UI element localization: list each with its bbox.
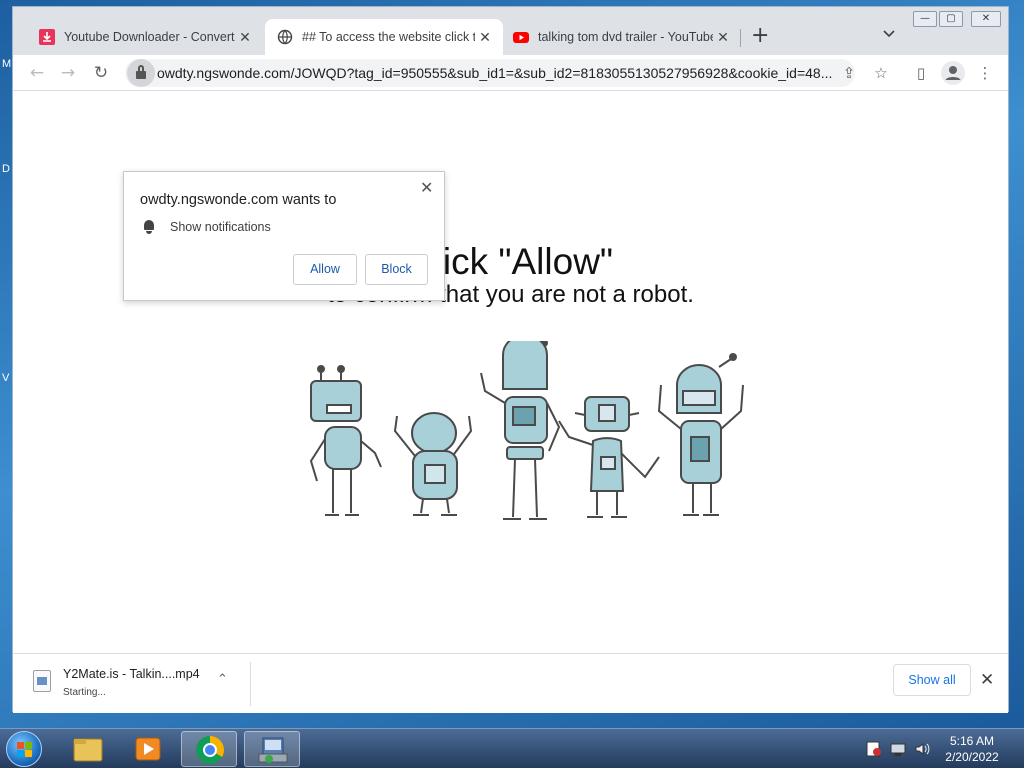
show-all-button[interactable]: Show all [893,664,971,696]
installer-icon [258,737,288,763]
chevron-down-icon [883,30,895,38]
desktop-icon-label: V [2,372,10,384]
bell-icon [144,220,154,234]
browser-toolbar: ← → ↻ owdty.ngswonde.com/JOWQD?tag_id=95… [13,55,1008,91]
clock-time: 5:16 AM [949,734,995,748]
divider [250,662,251,706]
back-button[interactable]: ← [25,61,49,85]
minimize-button[interactable]: — [913,11,937,27]
new-tab-button[interactable]: + [751,25,769,47]
tab-strip: Youtube Downloader - Convert & Download … [13,7,1008,55]
tab-title: Youtube Downloader - Convert & Download … [64,30,235,44]
close-window-button[interactable]: ✕ [971,11,1001,27]
globe-icon [277,29,293,45]
url-text[interactable]: owdty.ngswonde.com/JOWQD?tag_id=950555&s… [157,65,837,81]
folder-icon [73,738,103,762]
desktop-icon-label: M [2,58,12,70]
windows-logo-icon [17,742,33,758]
bookmark-star-icon[interactable]: ☆ [869,61,893,85]
volume-icon[interactable] [914,741,930,757]
close-shelf-icon[interactable]: ✕ [980,670,994,690]
menu-icon[interactable]: ⋮ [973,61,997,85]
close-tab-icon[interactable]: ✕ [475,29,495,46]
clock-date: 2/20/2022 [945,750,999,764]
media-player-icon [135,737,161,761]
tab-allow-page[interactable]: ## To access the website click the Allow… [265,19,503,55]
download-shelf: Y2Mate.is - Talkin....mp4 Starting... ⌃ … [13,653,1008,713]
action-center-icon[interactable] [866,741,882,757]
robots-illustration [309,341,744,520]
start-button[interactable] [6,731,42,767]
tab-title: ## To access the website click the Allow… [302,30,475,44]
reload-button[interactable]: ↻ [89,61,113,85]
tab-youtube-video[interactable]: talking tom dvd trailer - YouTube ✕ [501,19,741,55]
taskbar-chrome[interactable] [181,731,237,767]
taskbar: 5:16 AM 2/20/2022 [0,728,1024,768]
share-icon[interactable]: ⇪ [837,61,861,85]
close-icon[interactable]: ✕ [420,178,433,197]
network-icon[interactable] [890,741,906,757]
allow-button[interactable]: Allow [293,254,357,285]
address-bar[interactable]: owdty.ngswonde.com/JOWQD?tag_id=950555&s… [125,59,855,87]
browser-window: Youtube Downloader - Convert & Download … [12,6,1009,713]
system-clock[interactable]: 5:16 AM 2/20/2022 [940,733,1004,765]
permission-title: owdty.ngswonde.com wants to [140,192,337,208]
taskbar-installer[interactable] [244,731,300,767]
permission-request: Show notifications [170,220,271,234]
desktop-icon-label: D [2,163,10,175]
tab-youtube-downloader[interactable]: Youtube Downloader - Convert & Download … [27,19,263,55]
forward-button[interactable]: → [56,61,80,85]
side-panel-icon[interactable]: ▯ [909,61,933,85]
maximize-button[interactable]: ▢ [939,11,963,27]
video-file-icon [33,670,51,692]
download-icon [39,29,55,45]
download-status: Starting... [63,687,106,698]
tab-separator [740,29,741,47]
taskbar-explorer[interactable] [60,731,116,767]
profile-icon[interactable] [941,61,965,85]
notification-permission-popup: owdty.ngswonde.com wants to ✕ Show notif… [123,171,445,301]
chevron-up-icon[interactable]: ⌃ [217,672,228,687]
page-content: Click "Allow" to confirm that you are no… [13,91,1008,653]
close-tab-icon[interactable]: ✕ [235,29,255,46]
chrome-icon [196,736,224,764]
block-button[interactable]: Block [365,254,428,285]
lock-icon[interactable] [127,59,155,87]
taskbar-media-player[interactable] [120,731,176,767]
tab-search-button[interactable] [883,27,895,41]
youtube-icon [513,29,529,45]
close-tab-icon[interactable]: ✕ [713,29,733,46]
download-file-name[interactable]: Y2Mate.is - Talkin....mp4 [63,667,200,681]
tab-title: talking tom dvd trailer - YouTube [538,30,713,44]
